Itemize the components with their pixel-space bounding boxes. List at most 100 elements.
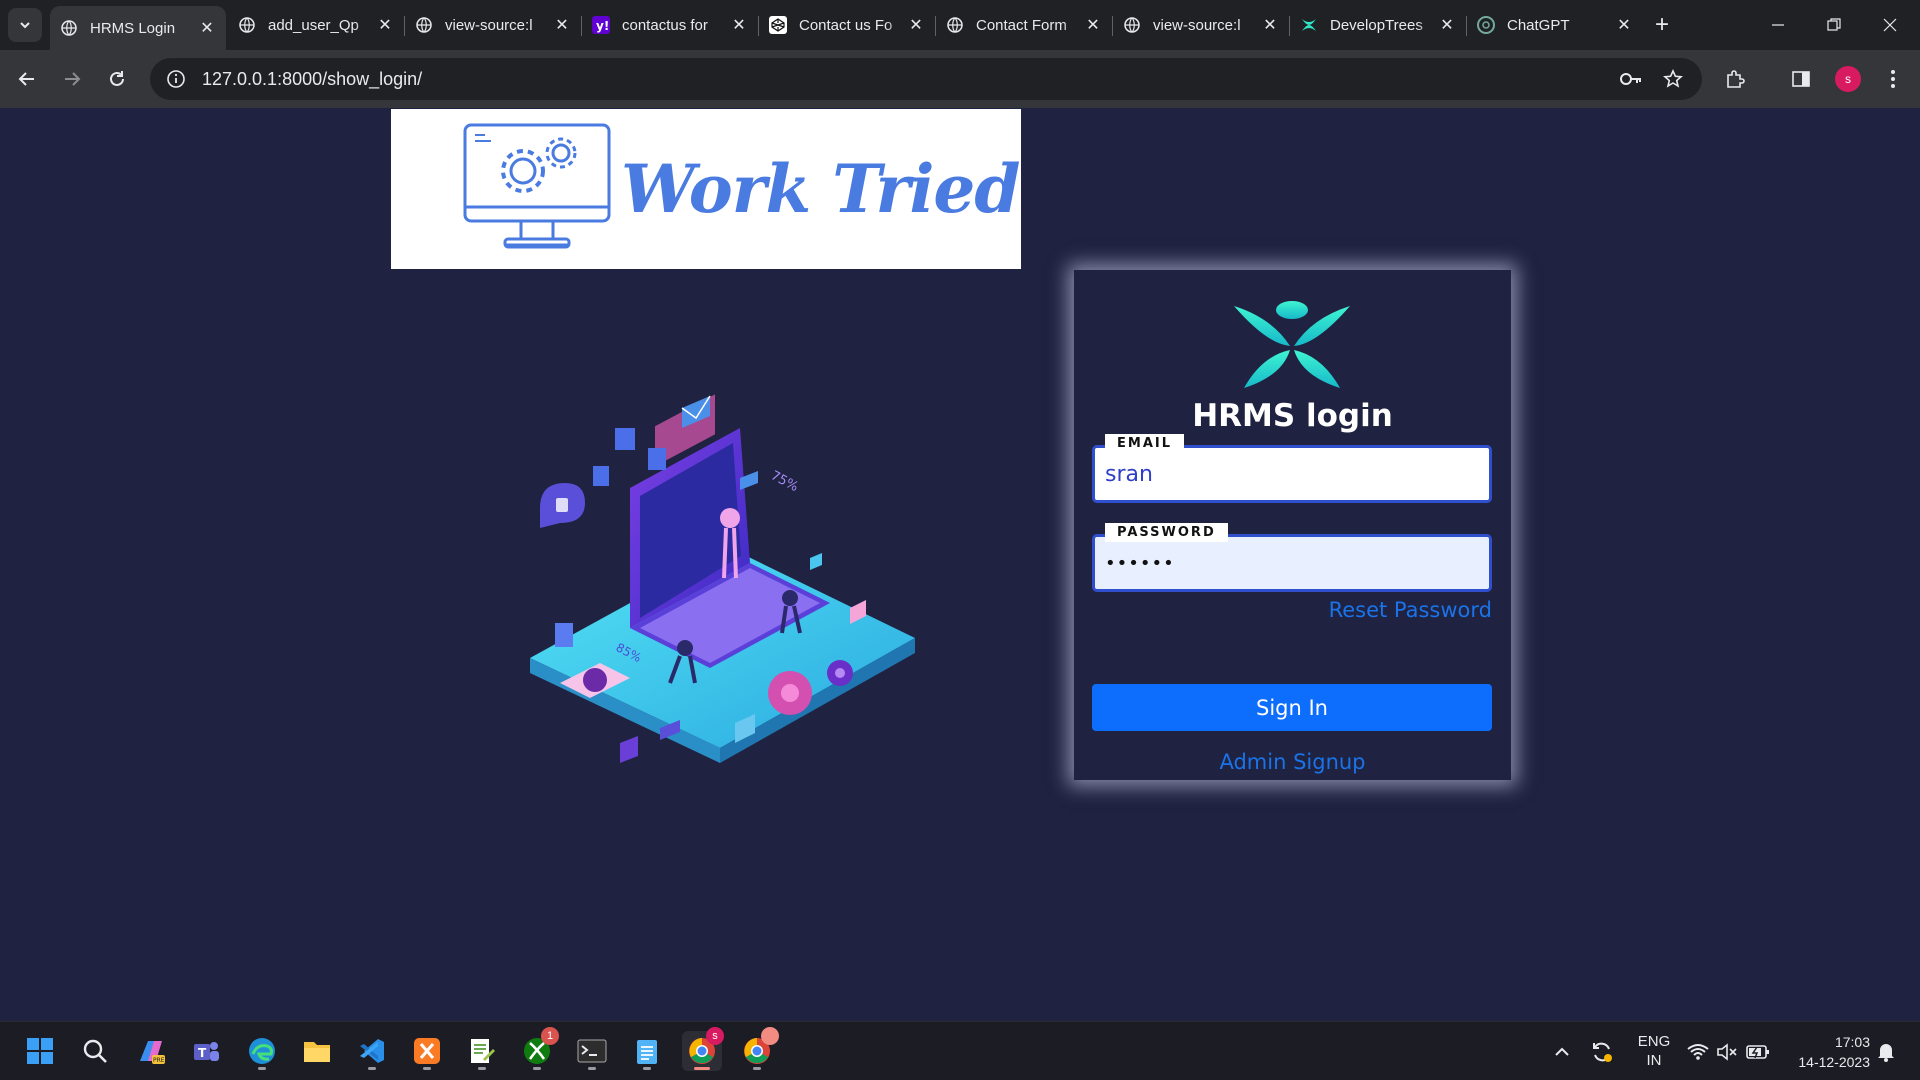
forward-button[interactable]	[55, 62, 89, 96]
chrome-button[interactable]: s	[682, 1027, 724, 1071]
copilot-button[interactable]: PRE	[131, 1031, 171, 1071]
chevron-up-icon	[1555, 1047, 1569, 1056]
arrow-right-icon	[65, 72, 81, 86]
close-icon[interactable]: ✕	[376, 16, 394, 34]
profile-badge: s	[706, 1027, 724, 1045]
tab-view-source-2[interactable]: view-source:l ✕	[1113, 6, 1289, 44]
running-indicator	[643, 1067, 651, 1070]
minimize-icon	[1772, 24, 1784, 26]
close-icon[interactable]: ✕	[1261, 16, 1279, 34]
back-button[interactable]	[10, 62, 44, 96]
address-bar[interactable]: 127.0.0.1:8000/show_login/	[150, 58, 1702, 100]
bookmark-button[interactable]	[1656, 62, 1690, 96]
wifi-icon	[1687, 1043, 1709, 1060]
clock-date: 14-12-2023	[1798, 1054, 1870, 1070]
admin-signup-link[interactable]: Admin Signup	[1074, 750, 1511, 774]
window-close-button[interactable]	[1862, 0, 1918, 50]
tab-contactus-yahoo[interactable]: y! contactus for ✕	[582, 6, 758, 44]
xampp-button[interactable]	[407, 1031, 447, 1071]
isometric-laptop-illustration: 75% 85%	[530, 394, 915, 763]
tab-view-source[interactable]: view-source:l ✕	[405, 6, 581, 44]
terminal-button[interactable]	[572, 1031, 612, 1071]
email-input[interactable]	[1105, 456, 1475, 492]
tab-title: Contact us Fo	[799, 16, 893, 34]
more-vertical-icon	[1891, 70, 1895, 88]
url-text[interactable]: 127.0.0.1:8000/show_login/	[202, 69, 422, 90]
tab-hrms-login[interactable]: HRMS Login ✕	[50, 6, 226, 50]
chrome-profile-button[interactable]	[737, 1027, 779, 1071]
notifications-button[interactable]	[1872, 1022, 1900, 1080]
close-icon[interactable]: ✕	[1615, 16, 1633, 34]
xampp-icon	[414, 1038, 440, 1064]
volume-status[interactable]	[1714, 1022, 1740, 1080]
bell-icon	[1878, 1043, 1894, 1062]
reset-password-link[interactable]: Reset Password	[1329, 598, 1492, 622]
browser-menu-button[interactable]	[1876, 62, 1910, 96]
tab-chatgpt[interactable]: ChatGPT ✕	[1467, 6, 1643, 44]
arrow-left-icon	[18, 72, 34, 86]
notification-badge: 1	[541, 1027, 559, 1045]
password-input[interactable]	[1105, 545, 1475, 581]
clock-time: 17:03	[1834, 1034, 1870, 1050]
notepad-icon	[637, 1040, 657, 1064]
profile-avatar[interactable]: s	[1835, 66, 1861, 92]
page-content: Work Tried 75% 85% HRMS login EMAIL sran…	[0, 108, 1920, 1021]
new-tab-button[interactable]: +	[1648, 12, 1676, 40]
key-icon	[1620, 73, 1641, 85]
show-hidden-icons-button[interactable]	[1550, 1022, 1574, 1080]
extensions-button[interactable]	[1718, 62, 1752, 96]
tab-contact-form[interactable]: Contact Form ✕	[936, 6, 1112, 44]
battery-status[interactable]	[1744, 1022, 1772, 1080]
close-icon[interactable]: ✕	[198, 19, 216, 37]
vscode-button[interactable]	[352, 1031, 392, 1071]
tab-title: HRMS Login	[90, 19, 176, 37]
running-indicator	[478, 1067, 486, 1070]
close-icon[interactable]: ✕	[1438, 16, 1456, 34]
minimize-button[interactable]	[1750, 0, 1806, 50]
sync-icon	[1593, 1042, 1612, 1062]
side-panel-button[interactable]	[1784, 62, 1818, 96]
reload-button[interactable]	[100, 62, 134, 96]
close-icon[interactable]: ✕	[553, 16, 571, 34]
tab-add-user[interactable]: add_user_Qp ✕	[228, 6, 404, 44]
file-explorer-button[interactable]	[297, 1031, 337, 1071]
close-icon	[1883, 18, 1897, 32]
chevron-down-icon	[20, 22, 30, 29]
search-button[interactable]	[75, 1031, 115, 1071]
restore-button[interactable]	[1806, 0, 1862, 50]
sign-in-button[interactable]: Sign In	[1092, 684, 1492, 731]
yahoo-icon: y!	[592, 16, 610, 34]
xbox-button[interactable]: 1	[517, 1027, 559, 1071]
wifi-status[interactable]	[1684, 1022, 1712, 1080]
brand-logo: Work Tried	[391, 109, 1021, 269]
tab-search-button[interactable]	[8, 8, 42, 42]
email-field[interactable]: EMAIL	[1092, 434, 1492, 503]
reload-icon	[110, 71, 124, 86]
search-icon	[83, 1039, 107, 1063]
password-key-button[interactable]	[1614, 62, 1648, 96]
site-info-icon[interactable]	[156, 59, 196, 99]
globe-icon	[415, 16, 433, 34]
star-icon	[1663, 69, 1683, 88]
tab-title: view-source:l	[1153, 16, 1241, 34]
teams-button[interactable]: T	[186, 1031, 226, 1071]
percent-label: 75%	[768, 468, 801, 495]
close-icon[interactable]: ✕	[1084, 16, 1102, 34]
edge-button[interactable]	[242, 1031, 282, 1071]
tab-contact-us-codepen[interactable]: Contact us Fo ✕	[759, 6, 935, 44]
start-button[interactable]	[20, 1031, 60, 1071]
login-card: HRMS login EMAIL PASSWORD Reset Password…	[1074, 270, 1511, 780]
password-field[interactable]: PASSWORD	[1092, 523, 1492, 592]
hrms-logo-icon	[1234, 301, 1350, 388]
notepad-button[interactable]	[627, 1031, 667, 1071]
notepad-plus-button[interactable]	[462, 1031, 502, 1071]
sync-status-button[interactable]	[1588, 1022, 1616, 1080]
close-icon[interactable]: ✕	[730, 16, 748, 34]
restore-icon	[1827, 18, 1841, 31]
system-clock[interactable]: 17:03 14-12-2023	[1780, 1032, 1870, 1072]
close-icon[interactable]: ✕	[907, 16, 925, 34]
input-language[interactable]: ENG IN	[1634, 1032, 1674, 1070]
developtrees-icon	[1300, 16, 1318, 34]
codepen-icon	[769, 16, 787, 34]
tab-developtrees[interactable]: DevelopTrees ✕	[1290, 6, 1466, 44]
